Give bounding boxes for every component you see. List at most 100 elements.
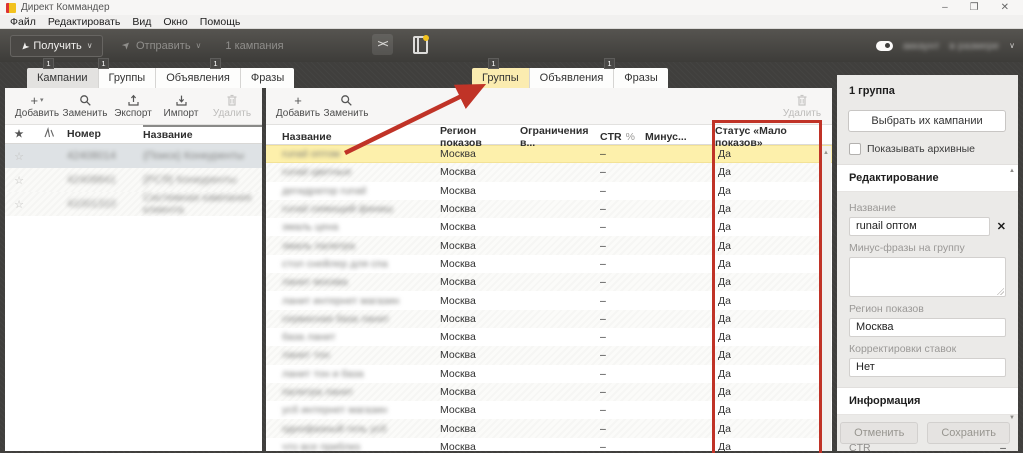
account-name-redacted: аккаунт xyxy=(903,40,940,52)
show-archived-row[interactable]: Показывать архивные xyxy=(849,143,1006,155)
campaign-row[interactable]: ☆42408014(Поиск) Конкуренты xyxy=(5,144,262,168)
center-tab-bar: 1 1 Группы Объявления Фразы xyxy=(266,67,832,88)
group-row[interactable]: runail цветныеМосква–Да xyxy=(266,163,832,181)
column-ctr[interactable]: CTR% xyxy=(600,131,645,143)
checkbox-icon[interactable] xyxy=(849,143,861,155)
menu-help[interactable]: Помощь xyxy=(194,16,247,28)
group-row[interactable]: сервисная база ланитМосква–Да xyxy=(266,310,832,328)
group-status: Да xyxy=(715,203,832,215)
notebook-icon[interactable] xyxy=(413,36,428,54)
upload-arrow-icon: ➤ xyxy=(120,39,133,52)
column-status[interactable]: Статус «Мало показов» xyxy=(715,125,832,149)
column-name[interactable]: Название xyxy=(143,125,262,143)
editing-section-title: Редактирование xyxy=(837,164,1018,192)
vertical-scrollbar[interactable]: ▲ xyxy=(822,146,831,451)
column-limits[interactable]: Ограничения в... xyxy=(520,125,600,149)
add-label: Добавить xyxy=(15,108,59,119)
tab-campaigns[interactable]: Кампании xyxy=(27,68,99,88)
minimize-button[interactable]: – xyxy=(942,2,948,13)
tab-ads-center[interactable]: Объявления xyxy=(530,68,615,88)
maximize-button[interactable]: ❐ xyxy=(970,2,979,13)
scroll-up-icon[interactable]: ▲ xyxy=(1009,168,1015,174)
cancel-button[interactable]: Отменить xyxy=(840,422,918,444)
add-button[interactable]: + Добавить xyxy=(274,89,322,123)
tab-groups[interactable]: Группы xyxy=(99,68,157,88)
group-status: Да xyxy=(715,166,832,178)
group-ctr: – xyxy=(600,349,645,361)
group-status: Да xyxy=(715,423,832,435)
replace-button[interactable]: Заменить xyxy=(61,89,109,123)
group-row[interactable]: ланит тон и базаМосква–Да xyxy=(266,365,832,383)
tab-ads[interactable]: Объявления xyxy=(156,68,241,88)
replace-button[interactable]: Заменить xyxy=(322,89,370,123)
delete-label: Удалить xyxy=(783,108,821,119)
collapse-panels-button[interactable]: >< xyxy=(372,34,393,55)
group-row[interactable]: эмаль ценаМосква–Да xyxy=(266,218,832,236)
close-button[interactable]: ✕ xyxy=(1001,2,1009,13)
star-icon[interactable]: ☆ xyxy=(5,150,33,163)
toggle-icon[interactable] xyxy=(876,41,893,51)
group-row[interactable]: стол снейлер для спаМосква–Да xyxy=(266,255,832,273)
tab-badge: 1 xyxy=(43,58,54,69)
delete-button[interactable]: Удалить xyxy=(778,89,826,123)
select-their-campaigns-button[interactable]: Выбрать их кампании xyxy=(848,110,1006,132)
group-row[interactable]: ланит москваМосква–Да xyxy=(266,273,832,291)
scroll-up-icon[interactable]: ▲ xyxy=(823,150,829,156)
group-row[interactable]: ланит тонМосква–Да xyxy=(266,346,832,364)
group-name-redacted: сервисная база ланит xyxy=(266,313,440,325)
send-button[interactable]: ➤ Отправить ∨ xyxy=(113,35,212,57)
star-icon[interactable]: ☆ xyxy=(5,174,33,187)
region-input[interactable]: Москва xyxy=(849,318,1006,337)
menu-file[interactable]: Файл xyxy=(4,16,42,28)
column-number[interactable]: Номер xyxy=(67,128,143,140)
group-row[interactable]: дегидратор runailМосква–Да xyxy=(266,182,832,200)
menu-edit[interactable]: Редактировать xyxy=(42,16,127,28)
notification-dot xyxy=(423,35,429,41)
minus-phrases-textarea[interactable] xyxy=(849,257,1006,297)
chevron-down-icon[interactable]: ∨ xyxy=(1009,41,1015,50)
resize-handle-icon[interactable] xyxy=(996,287,1004,295)
get-button[interactable]: ➤ Получить ∨ xyxy=(10,35,103,57)
clear-icon[interactable]: ✕ xyxy=(997,220,1006,233)
campaign-name-redacted: (РСЯ) Конкуренты xyxy=(143,174,262,186)
group-row[interactable]: палитра ланитМосква–Да xyxy=(266,383,832,401)
group-status: Да xyxy=(715,404,832,416)
tab-groups-center[interactable]: Группы xyxy=(472,68,530,88)
groups-toolbar: + Добавить Заменить Удалить xyxy=(266,88,832,125)
group-row[interactable]: эмаль палитраМосква–Да xyxy=(266,236,832,254)
export-button[interactable]: Экспорт xyxy=(109,89,157,123)
save-button[interactable]: Сохранить xyxy=(927,422,1010,444)
delete-button[interactable]: Удалить xyxy=(208,89,256,123)
name-input[interactable]: runail оптом xyxy=(849,217,990,236)
group-region: Москва xyxy=(440,423,520,435)
group-row[interactable]: runail сияющий финишМосква–Да xyxy=(266,200,832,218)
menu-window[interactable]: Окно xyxy=(157,16,193,28)
group-ctr: – xyxy=(600,203,645,215)
star-column-icon[interactable]: ★ xyxy=(5,129,33,140)
column-minus[interactable]: Минус... xyxy=(645,131,715,143)
campaign-row[interactable]: ☆ 42408841(РСЯ) Конкуренты xyxy=(5,168,262,192)
add-button[interactable]: +▾ Добавить xyxy=(13,89,61,123)
import-icon xyxy=(175,93,188,107)
group-row[interactable]: что все приблизМосква–Да xyxy=(266,438,832,451)
campaign-number-redacted: 42408841 xyxy=(67,174,143,186)
trash-icon xyxy=(226,93,238,107)
star-icon[interactable]: ☆ xyxy=(5,198,33,211)
bids-input[interactable]: Нет xyxy=(849,358,1006,377)
scroll-down-icon[interactable]: ▼ xyxy=(1009,415,1015,421)
column-region[interactable]: Регион показов xyxy=(440,125,520,149)
group-row[interactable]: усб интернет магазинМосква–Да xyxy=(266,401,832,419)
main-toolbar: ➤ Получить ∨ ➤ Отправить ∨ 1 кампания ><… xyxy=(0,29,1023,62)
menu-view[interactable]: Вид xyxy=(126,16,157,28)
state-column-icon[interactable] xyxy=(33,127,67,142)
group-row[interactable]: однофазный гель усбМосква–Да xyxy=(266,419,832,437)
column-name[interactable]: Название xyxy=(266,131,440,143)
campaign-table-body: ☆42408014(Поиск) Конкуренты☆42408841(РСЯ… xyxy=(5,144,262,216)
tab-badge: 1 xyxy=(488,58,499,69)
group-row[interactable]: база ланитМосква–Да xyxy=(266,328,832,346)
group-status: Да xyxy=(715,240,832,252)
campaign-row[interactable]: ☆41001310Системная кампания клиента xyxy=(5,192,262,216)
import-button[interactable]: Импорт xyxy=(157,89,205,123)
tab-phrases-center[interactable]: Фразы xyxy=(614,68,667,88)
group-row[interactable]: ланит интернет магазинМосква–Да xyxy=(266,291,832,309)
